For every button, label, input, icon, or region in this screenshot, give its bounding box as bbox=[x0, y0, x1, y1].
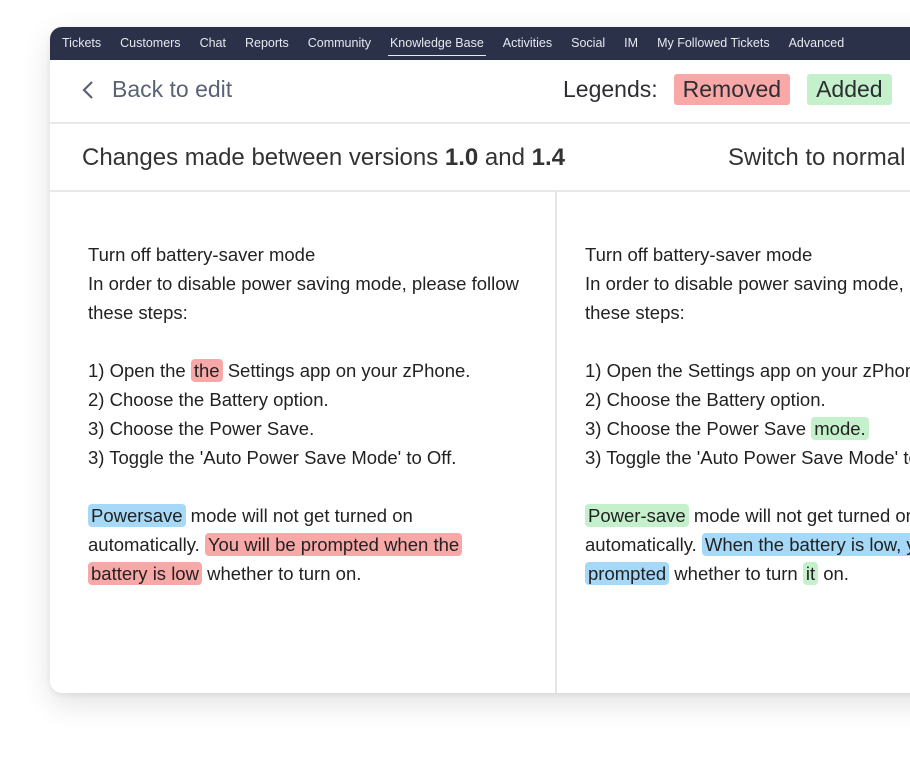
text-segment: these steps: bbox=[585, 302, 685, 323]
text-segment: Turn off battery-saver mode bbox=[88, 244, 316, 265]
text-line: automatically. When the battery is low, … bbox=[585, 530, 910, 559]
text-line: Power-save mode will not get turned on bbox=[585, 501, 910, 530]
text-line: automatically. You will be prompted when… bbox=[88, 530, 519, 559]
text-segment: 2) Choose the Battery option. bbox=[585, 389, 826, 410]
text-segment: automatically. bbox=[585, 534, 702, 555]
text-segment: 3) Choose the Power Save. bbox=[88, 418, 315, 439]
text-line: 1) Open the the Settings app on your zPh… bbox=[88, 356, 519, 385]
text-line: prompted whether to turn it on. bbox=[585, 559, 910, 588]
top-nav: Tickets Customers Chat Reports Community Know… bbox=[50, 27, 910, 60]
text-segment: 1) Open the bbox=[88, 360, 191, 381]
text-line: Turn off battery-saver mode bbox=[585, 240, 910, 269]
compare-versions-card: Tickets Customers Chat Reports Community Know… bbox=[50, 27, 910, 693]
text-segment: on. bbox=[818, 563, 849, 584]
legend: Legends: Removed Added bbox=[563, 74, 892, 105]
nav-item-customers[interactable]: Customers bbox=[120, 27, 180, 60]
text-line: 2) Choose the Battery option. bbox=[585, 385, 910, 414]
text-line bbox=[88, 472, 519, 501]
text-segment: mode will not get turned on bbox=[688, 505, 910, 526]
old-version-pane: Turn off battery-saver mode In order to d… bbox=[88, 240, 519, 588]
text-segment: whether to turn on. bbox=[201, 563, 362, 584]
text-line: these steps: bbox=[88, 298, 519, 327]
text-line: these steps: bbox=[585, 298, 910, 327]
compare-header: Back to edit Legends: Removed Added bbox=[50, 60, 910, 124]
text-line: Turn off battery-saver mode bbox=[88, 240, 519, 269]
nav-item-advanced[interactable]: Advanced bbox=[789, 27, 845, 60]
text-segment: 3) Choose the Power Save bbox=[585, 418, 812, 439]
diff-added: it bbox=[802, 562, 819, 585]
text-segment: 3) Toggle the 'Auto Power Save Mode' to … bbox=[88, 447, 457, 468]
text-line: 1) Open the Settings app on your zPhone. bbox=[585, 356, 910, 385]
text-line: 3) Choose the Power Save mode. bbox=[585, 414, 910, 443]
nav-item-community[interactable]: Community bbox=[308, 27, 371, 60]
legend-label: Legends: bbox=[563, 76, 658, 102]
nav-item-chat[interactable]: Chat bbox=[200, 27, 226, 60]
nav-item-im[interactable]: IM bbox=[624, 27, 638, 60]
from-version: 1.0 bbox=[444, 144, 479, 171]
nav-item-tickets[interactable]: Tickets bbox=[62, 27, 101, 60]
title-prefix: Changes made between versions bbox=[82, 144, 445, 171]
text-line: 3) Toggle the 'Auto Power Save Mode' to … bbox=[88, 443, 519, 472]
page-title: Changes made between versions 1.0 and 1.… bbox=[82, 144, 565, 172]
text-line: In order to disable power saving mode, p… bbox=[88, 269, 519, 298]
to-version: 1.4 bbox=[531, 144, 566, 171]
new-version-pane: Turn off battery-saver mode In order to d… bbox=[585, 240, 910, 588]
text-segment: 2) Choose the Battery option. bbox=[88, 389, 329, 410]
nav-item-social[interactable]: Social bbox=[571, 27, 605, 60]
nav-item-my-followed-tickets[interactable]: My Followed Tickets bbox=[657, 27, 770, 60]
back-to-edit-button[interactable]: Back to edit bbox=[82, 76, 232, 103]
chevron-left-icon bbox=[82, 80, 93, 99]
text-segment: whether to turn bbox=[669, 563, 803, 584]
text-segment: In order to disable power saving mode, p… bbox=[585, 273, 910, 294]
diff-panes: Turn off battery-saver mode In order to d… bbox=[50, 190, 910, 693]
text-segment: Turn off battery-saver mode bbox=[585, 244, 813, 265]
text-line: battery is low whether to turn on. bbox=[88, 559, 519, 588]
text-segment: 1) Open the Settings app on your zPhone. bbox=[585, 360, 910, 381]
diff-modified: Powersave bbox=[88, 504, 186, 527]
diff-removed: You will be prompted when the bbox=[204, 533, 463, 556]
diff-added: Power-save bbox=[585, 504, 689, 527]
legend-added: Added bbox=[807, 74, 892, 105]
title-bar: Changes made between versions 1.0 and 1.… bbox=[50, 124, 910, 192]
diff-modified: prompted bbox=[585, 562, 670, 585]
diff-removed: the bbox=[190, 359, 223, 382]
legend-removed: Removed bbox=[673, 74, 791, 105]
text-segment: 3) Toggle the 'Auto Power Save Mode' to … bbox=[585, 447, 910, 468]
nav-item-knowledge-base[interactable]: Knowledge Base bbox=[387, 27, 486, 60]
text-segment: Settings app on your zPhone. bbox=[222, 360, 471, 381]
text-line: In order to disable power saving mode, p… bbox=[585, 269, 910, 298]
text-line: 3) Choose the Power Save. bbox=[88, 414, 519, 443]
text-line: Powersave mode will not get turned on bbox=[88, 501, 519, 530]
text-line bbox=[88, 327, 519, 356]
pane-divider bbox=[555, 190, 557, 693]
text-segment: automatically. bbox=[88, 534, 205, 555]
nav-item-activities[interactable]: Activities bbox=[503, 27, 552, 60]
title-and: and bbox=[478, 144, 532, 171]
text-line: 2) Choose the Battery option. bbox=[88, 385, 519, 414]
back-to-edit-label: Back to edit bbox=[112, 76, 233, 102]
diff-removed: battery is low bbox=[88, 562, 202, 585]
text-line: 3) Toggle the 'Auto Power Save Mode' to … bbox=[585, 443, 910, 472]
text-line bbox=[585, 472, 910, 501]
text-segment: mode will not get turned on bbox=[185, 505, 413, 526]
text-segment: these steps: bbox=[88, 302, 188, 323]
switch-to-normal-link[interactable]: Switch to normal bbox=[728, 144, 905, 172]
text-line bbox=[585, 327, 910, 356]
diff-added: mode. bbox=[811, 417, 869, 440]
text-segment: In order to disable power saving mode, p… bbox=[88, 273, 519, 294]
diff-modified: When the battery is low, you will be bbox=[701, 533, 910, 556]
nav-item-reports[interactable]: Reports bbox=[245, 27, 289, 60]
